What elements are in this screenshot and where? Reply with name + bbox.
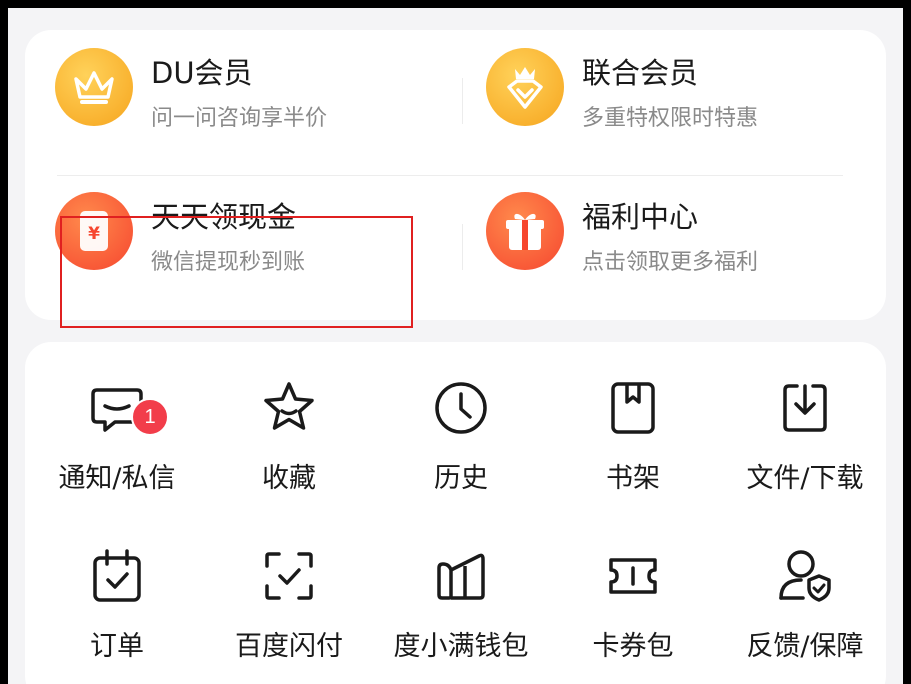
unread-badge: 1 bbox=[131, 398, 169, 436]
welfare-center-entry[interactable]: 福利中心 点击领取更多福利 bbox=[456, 178, 836, 288]
wallet-icon bbox=[437, 553, 485, 600]
grid-item-label: 反馈/保障 bbox=[746, 631, 864, 662]
promo-subtitle: 多重特权限时特惠 bbox=[582, 106, 759, 131]
services-grid: 1 通知/私信 收藏 历史 书架 文件/下载 订单 百度闪付 度小满钱包 卡券包… bbox=[25, 342, 886, 684]
promo-title: DU会员 bbox=[151, 56, 253, 90]
download-icon bbox=[783, 384, 827, 432]
grid-item-label: 书架 bbox=[606, 463, 660, 494]
grid-item-label: 文件/下载 bbox=[746, 463, 864, 494]
grid-item-label: 收藏 bbox=[262, 463, 316, 494]
grid-item-bookshelf[interactable]: 书架 bbox=[547, 370, 719, 520]
grid-item-baidu-pay[interactable]: 百度闪付 bbox=[203, 538, 375, 684]
grid-item-orders[interactable]: 订单 bbox=[31, 538, 203, 684]
divider bbox=[57, 175, 843, 176]
ticket-icon bbox=[609, 558, 657, 594]
promo-subtitle: 点击领取更多福利 bbox=[582, 250, 759, 275]
bookmark-book-icon bbox=[611, 382, 655, 434]
star-icon bbox=[264, 382, 314, 430]
calendar-check-icon bbox=[93, 549, 141, 602]
highlight-box bbox=[60, 216, 413, 328]
grid-item-label: 订单 bbox=[90, 631, 144, 662]
grid-item-coupons[interactable]: 卡券包 bbox=[547, 538, 719, 684]
promo-title: 联合会员 bbox=[582, 56, 699, 90]
grid-item-favorites[interactable]: 收藏 bbox=[203, 370, 375, 520]
grid-item-notifications[interactable]: 1 通知/私信 bbox=[31, 370, 203, 520]
user-shield-icon bbox=[779, 550, 831, 602]
du-member-entry[interactable]: DU会员 问一问咨询享半价 bbox=[25, 34, 405, 144]
grid-item-label: 百度闪付 bbox=[235, 631, 343, 662]
grid-item-history[interactable]: 历史 bbox=[375, 370, 547, 520]
promo-card: DU会员 问一问咨询享半价 联合会员 多重特权限时特惠 ¥ 天天领现金 微信提现… bbox=[25, 30, 886, 328]
grid-item-label: 度小满钱包 bbox=[393, 631, 529, 662]
app-screen: DU会员 问一问咨询享半价 联合会员 多重特权限时特惠 ¥ 天天领现金 微信提现… bbox=[8, 8, 903, 684]
grid-item-downloads[interactable]: 文件/下载 bbox=[719, 370, 891, 520]
grid-item-feedback[interactable]: 反馈/保障 bbox=[719, 538, 891, 684]
crown-icon bbox=[55, 48, 133, 126]
scan-check-icon bbox=[265, 552, 313, 600]
promo-subtitle: 问一问咨询享半价 bbox=[151, 106, 328, 131]
grid-item-label: 历史 bbox=[434, 463, 488, 494]
clock-icon bbox=[435, 382, 487, 434]
grid-item-wallet[interactable]: 度小满钱包 bbox=[375, 538, 547, 684]
grid-item-label: 卡券包 bbox=[592, 631, 674, 662]
grid-item-label: 通知/私信 bbox=[58, 463, 176, 494]
gift-icon bbox=[486, 192, 564, 270]
joint-member-entry[interactable]: 联合会员 多重特权限时特惠 bbox=[456, 34, 836, 144]
gem-crown-icon bbox=[486, 48, 564, 126]
promo-title: 福利中心 bbox=[582, 200, 699, 234]
